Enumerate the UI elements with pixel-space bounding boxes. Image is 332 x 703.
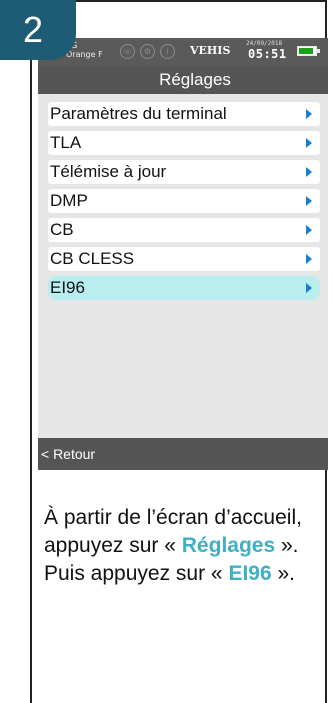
- menu-item-label: Télémise à jour: [50, 162, 167, 181]
- phone-icon: ☏: [120, 44, 135, 59]
- chevron-right-icon: [306, 138, 312, 148]
- step-number-badge: 2: [0, 0, 76, 60]
- chevron-right-icon: [306, 283, 312, 293]
- chevron-right-icon: [306, 225, 312, 235]
- menu-item-tla[interactable]: TLA: [48, 131, 320, 155]
- menu-item-label: Paramètres du terminal: [50, 104, 227, 123]
- menu-item-t-l-mise-jour[interactable]: Télémise à jour: [48, 160, 320, 184]
- battery-level-fill: [299, 48, 313, 54]
- chevron-right-icon: [306, 196, 312, 206]
- menu-item-label: CB CLESS: [50, 249, 135, 268]
- highlight-reglages: Réglages: [181, 534, 276, 557]
- settings-icon: ⚙: [140, 44, 155, 59]
- instructions-part-3: ».: [271, 562, 295, 585]
- menu-item-label: DMP: [50, 191, 88, 210]
- chevron-right-icon: [306, 254, 312, 264]
- instructions-text: À partir de l’écran d’accueil, appuyez s…: [44, 504, 319, 588]
- battery-icon: [297, 46, 320, 56]
- menu-item-label: EI96: [50, 278, 85, 297]
- screen-title: Réglages: [38, 66, 328, 94]
- status-bar: 3G Orange F ☏ ⚙ i VEHIS 24/09/2018 05:51: [38, 38, 328, 66]
- carrier-name: Orange F: [66, 50, 103, 59]
- menu-item-label: TLA: [50, 133, 82, 152]
- status-date: 24/09/2018: [246, 40, 283, 47]
- terminal-screen: 3G Orange F ☏ ⚙ i VEHIS 24/09/2018 05:51…: [38, 38, 328, 470]
- back-button[interactable]: < Retour: [38, 438, 328, 470]
- menu-item-dmp[interactable]: DMP: [48, 189, 320, 213]
- menu-item-cb[interactable]: CB: [48, 218, 320, 242]
- terminal-name: VEHIS: [190, 44, 231, 57]
- menu-item-cb-cless[interactable]: CB CLESS: [48, 247, 320, 271]
- settings-menu: Paramètres du terminal TLA Télémise à jour…: [38, 94, 328, 300]
- chevron-right-icon: [306, 109, 312, 119]
- menu-item-label: CB: [50, 220, 74, 239]
- info-icon: i: [160, 44, 175, 59]
- menu-item-ei96[interactable]: EI96: [48, 276, 320, 300]
- highlight-ei96: EI96: [228, 562, 272, 585]
- status-icons: ☏ ⚙ i: [120, 44, 175, 59]
- chevron-right-icon: [306, 167, 312, 177]
- status-time: 05:51: [248, 47, 287, 61]
- menu-item-param-tres-du-terminal[interactable]: Paramètres du terminal: [48, 102, 320, 126]
